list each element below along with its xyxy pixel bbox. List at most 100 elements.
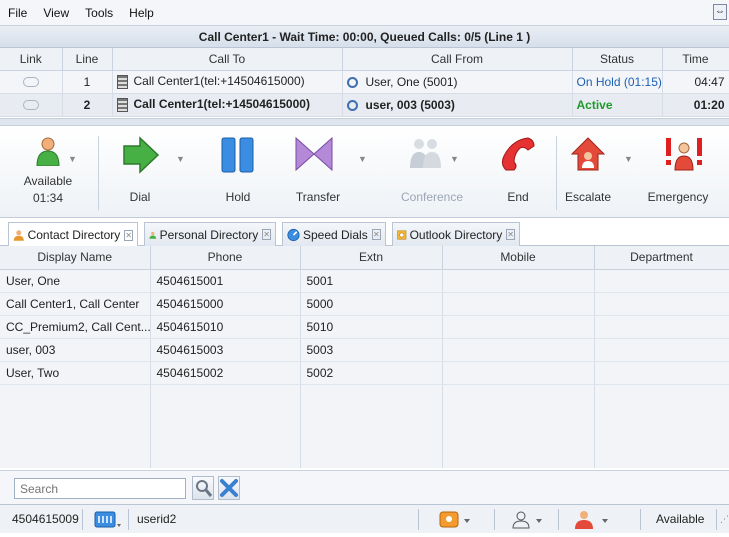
col-phone[interactable]: Phone: [150, 246, 301, 270]
tab-label: Contact Directory: [27, 228, 121, 242]
menu-view[interactable]: View: [35, 6, 77, 20]
call-alert-button[interactable]: [436, 509, 476, 530]
tab-contact-directory[interactable]: Contact Directory ✕: [8, 222, 138, 247]
menu-tools[interactable]: Tools: [77, 6, 121, 20]
contact-dept: [594, 315, 729, 339]
speed-dial-icon: [287, 228, 300, 241]
contact-extn: 5003: [300, 338, 443, 362]
contact-extn: 5010: [300, 315, 443, 339]
directory-empty-area: [0, 385, 729, 468]
call-line: 1: [62, 70, 113, 94]
dial-button[interactable]: ▼ Dial: [118, 134, 198, 214]
call-row[interactable]: 1 Call Center1(tel:+14504615000) User, O…: [0, 70, 729, 94]
menu-bar: File View Tools Help ⇔: [0, 0, 729, 26]
col-extn[interactable]: Extn: [300, 246, 443, 270]
emergency-label: Emergency: [647, 190, 709, 204]
col-link[interactable]: Link: [0, 48, 63, 71]
contact-dept: [594, 292, 729, 316]
call-to: Call Center1(tel:+14504615000): [133, 97, 310, 112]
conference-button[interactable]: ▼ Conference: [392, 134, 468, 214]
clear-search-button[interactable]: [218, 476, 240, 500]
status-bar: 4504615009 userid2 Available ⋰: [0, 504, 729, 533]
call-time: 01:20: [662, 93, 729, 117]
table-row[interactable]: CC_Premium2, Call Cent... 4504615010 501…: [0, 315, 729, 339]
call-center-status-title: Call Center1 - Wait Time: 00:00, Queued …: [0, 26, 729, 48]
chevron-down-icon[interactable]: ▼: [176, 154, 185, 164]
escalate-button[interactable]: ▼ Escalate: [565, 134, 636, 214]
close-icon[interactable]: ✕: [506, 229, 515, 240]
restore-icon[interactable]: ⇔: [713, 4, 727, 20]
col-call-to[interactable]: Call To: [112, 48, 343, 71]
search-icon: [196, 480, 213, 497]
table-row[interactable]: Call Center1, Call Center 4504615000 500…: [0, 292, 729, 316]
contact-mobile: [442, 361, 595, 385]
link-icon[interactable]: [22, 77, 39, 88]
contact-mobile: [442, 315, 595, 339]
table-row[interactable]: user, 003 4504615003 5003: [0, 338, 729, 362]
contact-name: User, One: [0, 269, 151, 293]
call-from: User, One (5001): [365, 74, 458, 89]
agent-state-label: Available: [656, 512, 705, 526]
contact-name: user, 003: [0, 338, 151, 362]
agent-available-icon: [36, 137, 60, 166]
tab-label: Outlook Directory: [409, 227, 503, 242]
lookup-icon[interactable]: [346, 76, 358, 88]
contact-name: User, Two: [0, 361, 151, 385]
close-icon[interactable]: ✕: [262, 229, 271, 240]
calls-header-row: Link Line Call To Call From Status Time: [0, 48, 729, 71]
chevron-down-icon[interactable]: ▼: [624, 154, 633, 164]
dial-arrow-icon: [123, 136, 160, 174]
tab-outlook-directory[interactable]: Outlook Directory ✕: [392, 222, 520, 246]
contact-dept: [594, 269, 729, 293]
conference-icon: [410, 139, 441, 168]
close-icon[interactable]: ✕: [371, 229, 381, 240]
col-display-name[interactable]: Display Name: [0, 246, 151, 270]
escalate-icon: [570, 137, 606, 171]
emergency-button[interactable]: Emergency: [648, 134, 726, 214]
status-menu-button[interactable]: [572, 509, 616, 530]
chevron-down-icon[interactable]: ▼: [358, 154, 367, 164]
col-line[interactable]: Line: [62, 48, 113, 71]
transfer-button[interactable]: ▼ Transfer: [288, 134, 368, 214]
table-row[interactable]: User, One 4504615001 5001: [0, 269, 729, 293]
agent-number: 4504615009: [12, 512, 79, 526]
contact-phone: 4504615002: [150, 361, 301, 385]
call-row[interactable]: 2 Call Center1(tel:+14504615000) user, 0…: [0, 93, 729, 117]
call-time: 04:47: [662, 70, 729, 94]
col-call-from[interactable]: Call From: [342, 48, 573, 71]
col-department[interactable]: Department: [594, 246, 729, 270]
menu-help[interactable]: Help: [121, 6, 162, 20]
col-status[interactable]: Status: [572, 48, 663, 71]
contact-extn: 5001: [300, 269, 443, 293]
call-line: 2: [62, 93, 113, 117]
tab-personal-directory[interactable]: Personal Directory ✕: [144, 222, 276, 246]
supervisor-button[interactable]: [510, 509, 550, 530]
hold-button[interactable]: Hold: [210, 134, 270, 214]
table-row[interactable]: User, Two 4504615002 5002: [0, 361, 729, 385]
panel-divider[interactable]: [0, 118, 729, 126]
menu-file[interactable]: File: [0, 6, 35, 20]
search-input[interactable]: [14, 478, 186, 499]
tab-label: Speed Dials: [302, 227, 368, 242]
end-button[interactable]: End: [488, 134, 548, 214]
col-mobile[interactable]: Mobile: [442, 246, 595, 270]
acd-state-button[interactable]: [92, 509, 122, 530]
emergency-icon: [666, 138, 702, 171]
chevron-down-icon[interactable]: ▼: [68, 154, 77, 164]
tab-speed-dials[interactable]: Speed Dials ✕: [282, 222, 386, 246]
calls-table: Link Line Call To Call From Status Time …: [0, 48, 729, 117]
calls-panel: Call Center1 - Wait Time: 00:00, Queued …: [0, 26, 729, 118]
chevron-down-icon[interactable]: ▼: [450, 154, 459, 164]
phone-icon: [116, 74, 128, 89]
link-icon[interactable]: [22, 100, 39, 111]
col-time[interactable]: Time: [662, 48, 729, 71]
contact-phone: 4504615010: [150, 315, 301, 339]
close-icon[interactable]: ✕: [124, 229, 133, 241]
resize-grip-icon[interactable]: ⋰: [720, 509, 729, 530]
transfer-icon: [295, 136, 333, 172]
directory-table: Display Name Phone Extn Mobile Departmen…: [0, 246, 729, 385]
search-button[interactable]: [192, 476, 214, 500]
availability-button[interactable]: ▼ Available 01:34: [20, 134, 80, 214]
lookup-icon[interactable]: [346, 99, 358, 111]
contact-name: CC_Premium2, Call Cent...: [0, 315, 151, 339]
